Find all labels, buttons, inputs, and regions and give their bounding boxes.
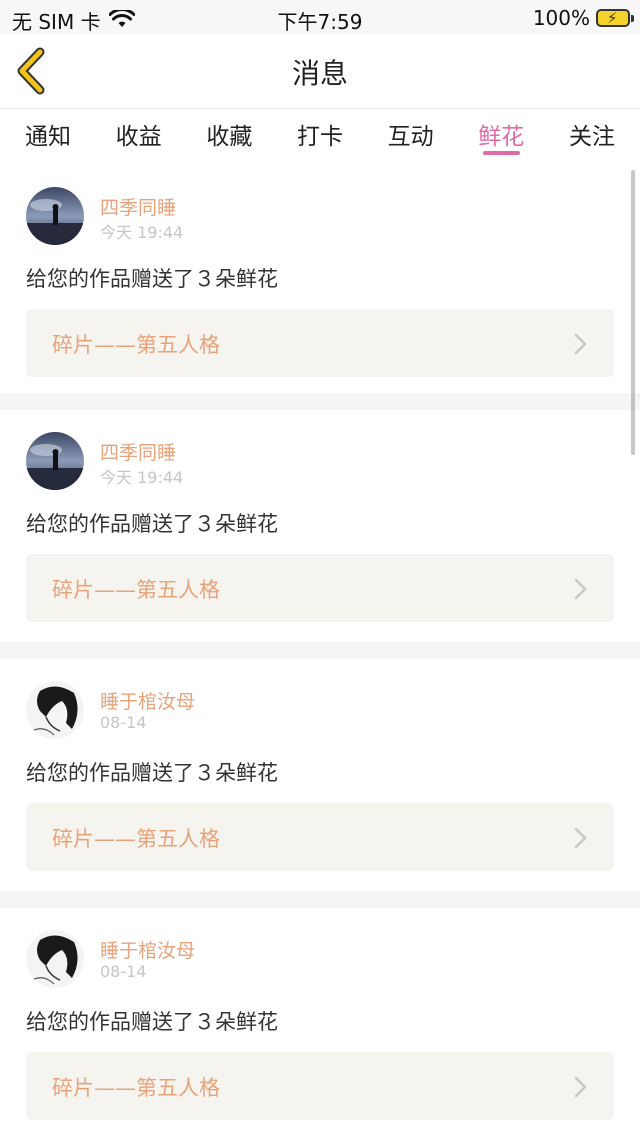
avatar[interactable] xyxy=(26,930,84,988)
tab-checkin[interactable]: 打卡 xyxy=(297,109,343,165)
timestamp: 今天 19:44 xyxy=(100,223,184,242)
timestamp: 08-14 xyxy=(100,713,147,732)
tab-favorites[interactable]: 收藏 xyxy=(206,109,252,165)
work-title: 碎片——第五人格 xyxy=(52,1076,220,1100)
timestamp: 08-14 xyxy=(100,962,147,981)
tab-interaction[interactable]: 互动 xyxy=(388,109,434,165)
work-title: 碎片——第五人格 xyxy=(52,578,220,602)
work-link[interactable]: 碎片——第五人格 xyxy=(26,309,614,377)
message-text: 给您的作品赠送了３朵鲜花 xyxy=(26,761,278,785)
chevron-right-icon xyxy=(574,578,587,600)
tab-bar: 通知 收益 收藏 打卡 互动 鲜花 关注 xyxy=(0,109,640,165)
avatar[interactable] xyxy=(26,187,84,245)
page-title: 消息 xyxy=(291,57,348,90)
list-item: 四季同睡 今天 19:44 给您的作品赠送了３朵鲜花 碎片——第五人格 xyxy=(0,410,640,642)
timestamp: 今天 19:44 xyxy=(100,468,184,487)
tab-notice[interactable]: 通知 xyxy=(25,109,71,165)
tab-follow[interactable]: 关注 xyxy=(569,109,615,165)
list-item: 睡于棺汝母 08-14 给您的作品赠送了３朵鲜花 碎片——第五人格 xyxy=(0,908,640,1139)
username[interactable]: 睡于棺汝母 xyxy=(100,687,195,714)
status-bar: 无 SIM 卡 下午7:59 100% ⚡ xyxy=(0,0,640,34)
tab-flowers[interactable]: 鲜花 xyxy=(478,109,524,165)
chevron-right-icon xyxy=(574,827,587,849)
chevron-right-icon xyxy=(574,1076,587,1098)
list-item: 四季同睡 今天 19:44 给您的作品赠送了３朵鲜花 碎片——第五人格 xyxy=(0,165,640,393)
avatar[interactable] xyxy=(26,432,84,490)
username[interactable]: 四季同睡 xyxy=(100,193,176,220)
message-text: 给您的作品赠送了３朵鲜花 xyxy=(26,267,278,291)
status-right: 100% ⚡ xyxy=(532,6,634,30)
message-text: 给您的作品赠送了３朵鲜花 xyxy=(26,1010,278,1034)
scrollbar[interactable] xyxy=(631,170,635,455)
work-title: 碎片——第五人格 xyxy=(52,827,220,851)
tab-earnings[interactable]: 收益 xyxy=(116,109,162,165)
battery-percent: 100% xyxy=(532,6,590,30)
message-text: 给您的作品赠送了３朵鲜花 xyxy=(26,512,278,536)
work-link[interactable]: 碎片——第五人格 xyxy=(26,554,614,622)
work-title: 碎片——第五人格 xyxy=(52,333,220,357)
list-item: 睡于棺汝母 08-14 给您的作品赠送了３朵鲜花 碎片——第五人格 xyxy=(0,659,640,891)
work-link[interactable]: 碎片——第五人格 xyxy=(26,803,614,871)
work-link[interactable]: 碎片——第五人格 xyxy=(26,1052,614,1120)
username[interactable]: 睡于棺汝母 xyxy=(100,936,195,963)
notification-list: 四季同睡 今天 19:44 给您的作品赠送了３朵鲜花 碎片——第五人格 四季同睡… xyxy=(0,165,640,1139)
chevron-right-icon xyxy=(574,333,587,355)
battery-icon: ⚡ xyxy=(596,9,634,27)
username[interactable]: 四季同睡 xyxy=(100,438,176,465)
navigation-bar: 消息 xyxy=(0,34,640,109)
avatar[interactable] xyxy=(26,681,84,739)
